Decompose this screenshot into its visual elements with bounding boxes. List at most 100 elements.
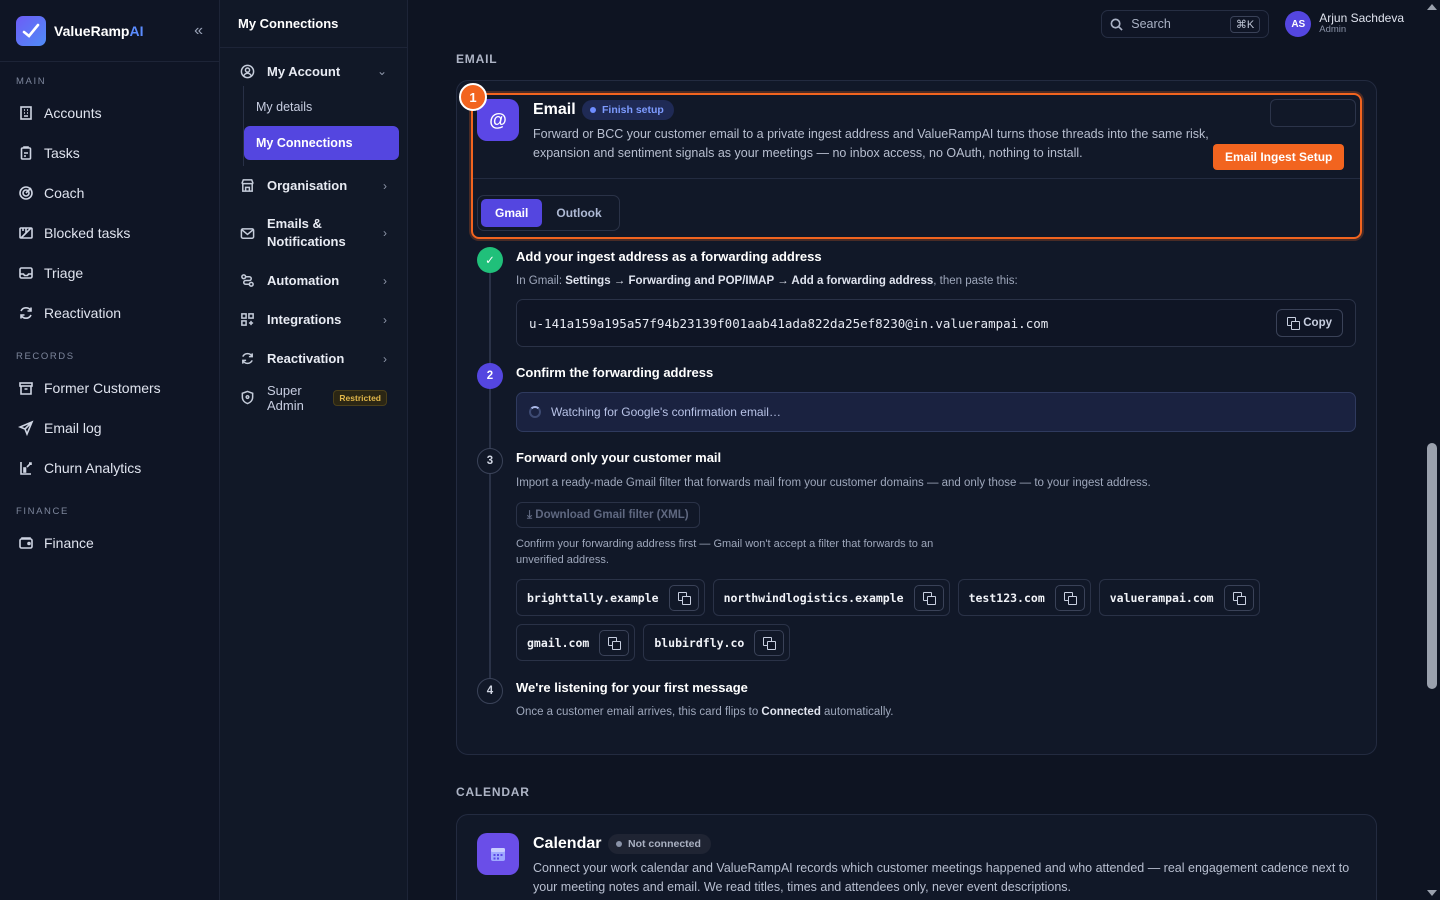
step-4-number: 4	[477, 678, 503, 704]
step-2-number: 2	[477, 363, 503, 389]
clipboard-icon	[20, 146, 32, 160]
copy-domain-button[interactable]	[913, 584, 944, 611]
settings-nav: My Connections My Account ⌄ My details M…	[220, 0, 408, 900]
scroll-thumb[interactable]	[1427, 443, 1437, 689]
nav-integrations[interactable]: Integrations ›	[220, 300, 407, 339]
send-icon	[18, 420, 34, 436]
settings-nav-header: My Connections	[220, 0, 407, 48]
copy-domain-button[interactable]	[1054, 584, 1085, 611]
nav-my-connections[interactable]: My Connections	[244, 126, 399, 160]
copy-domain-button[interactable]	[599, 629, 630, 656]
sidebar-item-blocked-tasks[interactable]: Blocked tasks	[0, 213, 219, 253]
copy-icon	[1063, 591, 1077, 605]
mail-icon	[240, 227, 255, 239]
nav-automation[interactable]: Automation ›	[220, 261, 407, 300]
domain-chip: blubirdfly.co	[643, 624, 791, 661]
search-icon	[1110, 18, 1123, 31]
step-3-title: Forward only your customer mail	[516, 450, 722, 465]
inbox-icon	[19, 267, 33, 279]
spinner-icon	[529, 406, 541, 418]
wallet-icon	[19, 537, 33, 549]
target-icon	[19, 186, 33, 200]
email-section-label: EMAIL	[456, 52, 498, 66]
step-3-number: 3	[477, 448, 503, 474]
step-1-text: In Gmail: Settings → Forwarding and POP/…	[516, 275, 1018, 287]
logo-icon	[16, 15, 46, 46]
sidebar-item-former-customers[interactable]: Former Customers	[0, 368, 219, 408]
main-sidebar: ValueRampAI « MAIN Accounts Tasks Coach Bloc…	[0, 0, 220, 900]
nav-emails-notifications[interactable]: Emails & Notifications ›	[220, 205, 407, 261]
grid-plus-icon	[241, 313, 254, 326]
chevron-right-icon: ›	[383, 178, 387, 193]
calendar-card-title: Calendar	[533, 835, 602, 852]
copy-domain-button[interactable]	[668, 584, 699, 611]
sidebar-item-email-log[interactable]: Email log	[0, 408, 219, 448]
sidebar-item-accounts[interactable]: Accounts	[0, 93, 219, 133]
sidebar-section-label: MAIN	[16, 76, 47, 87]
sidebar-item-churn-analytics[interactable]: Churn Analytics	[0, 448, 219, 488]
copy-icon	[677, 591, 691, 605]
sidebar-section-label: RECORDS	[16, 351, 75, 362]
step-2-title: Confirm the forwarding address	[516, 365, 714, 380]
calendar-card: Calendar Not connected Connect your work…	[456, 814, 1377, 900]
nav-my-account[interactable]: My Account ⌄	[220, 56, 407, 86]
user-name: Arjun Sachdeva	[1319, 10, 1404, 25]
copy-address-button[interactable]: Copy	[1276, 309, 1343, 337]
domain-chip: gmail.com	[516, 624, 636, 661]
step-1-title: Add your ingest address as a forwarding …	[516, 249, 822, 264]
blocked-icon	[19, 227, 33, 239]
scrollbar[interactable]	[1424, 0, 1440, 900]
copy-domain-button[interactable]	[754, 629, 785, 656]
brand: ValueRampAI «	[0, 0, 219, 62]
email-card: @ Email Finish setup Forward or BCC your…	[456, 80, 1377, 755]
sidebar-item-triage[interactable]: Triage	[0, 253, 219, 293]
confirmation-status: Watching for Google's confirmation email…	[516, 392, 1356, 432]
top-bar: Search ⌘K AS Arjun Sachdeva Admin	[408, 0, 1440, 48]
store-icon	[241, 179, 254, 192]
user-circle-icon	[240, 64, 255, 78]
nav-reactivation[interactable]: Reactivation ›	[220, 339, 407, 378]
nav-my-details[interactable]: My details	[244, 90, 407, 124]
chevron-right-icon: ›	[383, 273, 387, 288]
status-badge: Not connected	[608, 834, 711, 854]
domain-chip: brighttally.example	[516, 579, 705, 616]
user-menu[interactable]: AS Arjun Sachdeva Admin	[1285, 11, 1404, 37]
sidebar-item-tasks[interactable]: Tasks	[0, 133, 219, 173]
chevron-right-icon: ›	[383, 351, 387, 366]
calendar-card-description: Connect your work calendar and ValueRamp…	[533, 861, 1350, 894]
nav-super-admin[interactable]: Super Admin Restricted	[220, 378, 407, 417]
ingest-address: u-141a159a195a57f94b23139f001aab41ada822…	[529, 315, 1049, 331]
sidebar-item-reactivation[interactable]: Reactivation	[0, 293, 219, 333]
copy-icon	[763, 636, 777, 650]
ingest-address-field[interactable]: u-141a159a195a57f94b23139f001aab41ada822…	[516, 299, 1356, 347]
main-content: EMAIL @ Email Finish setup Forward or BC…	[408, 48, 1424, 900]
brand-name: ValueRampAI	[54, 22, 144, 39]
my-account-submenu: My details My Connections	[243, 86, 407, 166]
step-4-text: Once a customer email arrives, this card…	[516, 706, 894, 718]
domain-chip: northwindlogistics.example	[712, 579, 950, 616]
nav-organisation[interactable]: Organisation ›	[220, 166, 407, 205]
building-icon	[20, 106, 32, 120]
collapse-sidebar-icon[interactable]: «	[194, 22, 203, 40]
copy-icon	[922, 591, 936, 605]
scroll-up-icon[interactable]	[1427, 4, 1437, 10]
archive-icon	[19, 382, 33, 395]
copy-icon	[1232, 591, 1246, 605]
copy-domain-button[interactable]	[1223, 584, 1254, 611]
scroll-down-icon[interactable]	[1427, 890, 1437, 896]
step-3-note: Confirm your forwarding address first — …	[516, 538, 934, 566]
step-1-check-icon: ✓	[477, 247, 503, 273]
sidebar-item-coach[interactable]: Coach	[0, 173, 219, 213]
callout-number: 1	[459, 83, 487, 111]
sidebar-item-finance[interactable]: Finance	[0, 523, 219, 563]
step-3-text: Import a ready-made Gmail filter that fo…	[516, 477, 1151, 489]
search-input[interactable]: Search ⌘K	[1101, 10, 1270, 38]
step-4-title: We're listening for your first message	[516, 680, 748, 695]
shield-icon	[241, 390, 254, 405]
restricted-badge: Restricted	[333, 389, 387, 406]
avatar: AS	[1285, 11, 1312, 37]
callout-label: Email Ingest Setup	[1213, 144, 1345, 170]
chart-icon	[20, 462, 32, 475]
download-filter-button[interactable]: ⤓ Download Gmail filter (XML)	[516, 502, 700, 528]
calendar-section-label: CALENDAR	[456, 785, 530, 799]
